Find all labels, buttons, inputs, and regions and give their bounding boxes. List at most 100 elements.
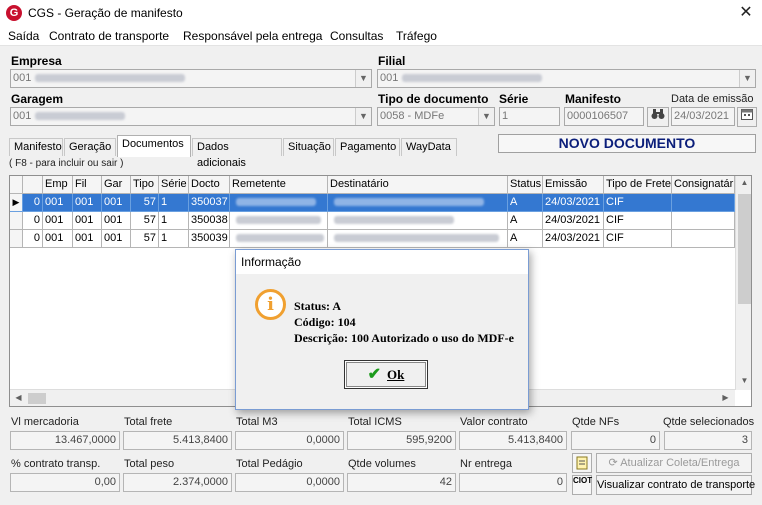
window-title: CGS - Geração de manifesto — [28, 6, 183, 20]
column-header-blank — [23, 176, 43, 194]
vl-mercadoria-field: 13.467,0000 — [10, 431, 120, 450]
row-indicator — [10, 230, 23, 248]
scroll-right-icon[interactable]: ▶ — [717, 393, 734, 402]
cell-fil: 001 — [73, 194, 102, 212]
valor-contrato-field: 5.413,8400 — [459, 431, 567, 450]
data-emissao-field[interactable]: 24/03/2021 — [671, 107, 735, 126]
chevron-down-icon[interactable]: ▼ — [355, 108, 371, 125]
cell-tipo: 57 — [131, 194, 159, 212]
scroll-thumb[interactable] — [738, 194, 751, 304]
garagem-select[interactable]: 001 ▼ — [10, 107, 372, 126]
vl-mercadoria-label: Vl mercadoria — [11, 416, 79, 428]
nr-entrega-field: 0 — [459, 473, 567, 492]
menu-bar: Saída Contrato de transporte Responsável… — [0, 26, 762, 46]
filial-select[interactable]: 001 ▼ — [377, 69, 756, 88]
cell-emp: 001 — [43, 194, 73, 212]
total-peso-label: Total peso — [124, 458, 175, 470]
tab-documentos[interactable]: Documentos — [117, 135, 191, 157]
column-header-consignatario[interactable]: Consignatári — [672, 176, 735, 194]
chevron-down-icon[interactable]: ▼ — [355, 70, 371, 87]
scroll-down-icon[interactable]: ▼ — [736, 376, 751, 385]
calendar-icon[interactable] — [737, 107, 757, 127]
cell-tipo: 57 — [131, 230, 159, 248]
atualizar-coleta-button[interactable]: ⟳ Atualizar Coleta/Entrega — [596, 453, 752, 473]
close-icon[interactable]: ✕ — [736, 2, 756, 24]
scroll-thumb[interactable] — [28, 393, 46, 404]
cell-tipo: 57 — [131, 212, 159, 230]
chevron-down-icon[interactable]: ▼ — [739, 70, 755, 87]
scroll-left-icon[interactable]: ◀ — [10, 393, 27, 402]
total-m3-field: 0,0000 — [235, 431, 344, 450]
atualizar-coleta-label: Atualizar Coleta/Entrega — [620, 457, 740, 469]
tab-situacao[interactable]: Situação — [283, 138, 334, 156]
cell-fil: 001 — [73, 230, 102, 248]
qtde-selecionados-label: Qtde selecionados — [663, 416, 755, 428]
tab-waydata[interactable]: WayData — [401, 138, 457, 156]
row-indicator — [10, 212, 23, 230]
total-m3-label: Total M3 — [236, 416, 278, 428]
cell-serie: 1 — [159, 212, 189, 230]
ok-button[interactable]: ✔ Ok — [344, 360, 428, 389]
cell-consignatario — [672, 194, 735, 212]
valor-contrato-label: Valor contrato — [460, 416, 528, 428]
filial-label: Filial — [378, 54, 406, 68]
visualizar-contrato-button[interactable]: Visualizar contrato de transporte — [596, 475, 755, 495]
menu-trafego[interactable]: Tráfego — [396, 29, 437, 43]
cell-remetente — [230, 230, 328, 248]
column-header-status[interactable]: Status — [508, 176, 543, 194]
cell-emissao: 24/03/2021 — [543, 212, 604, 230]
column-header-emp[interactable]: Emp — [43, 176, 73, 194]
column-header-emissao[interactable]: Emissão — [543, 176, 604, 194]
column-header-fil[interactable]: Fil — [73, 176, 102, 194]
nr-entrega-label: Nr entrega — [460, 458, 512, 470]
tipo-documento-select[interactable]: 0058 - MDFe ▼ — [377, 107, 495, 126]
tab-manifesto[interactable]: Manifesto — [9, 138, 63, 156]
tab-dados-adicionais[interactable]: Dados adicionais — [192, 138, 282, 169]
column-header-tipo[interactable]: Tipo — [131, 176, 159, 194]
scroll-up-icon[interactable]: ▲ — [736, 178, 751, 187]
menu-responsavel-entrega[interactable]: Responsável pela entrega — [183, 29, 322, 43]
serie-label: Série — [499, 92, 529, 106]
info-icon: i — [255, 289, 286, 320]
column-header-destinatario[interactable]: Destinatário — [328, 176, 508, 194]
column-header-docto[interactable]: Docto — [189, 176, 230, 194]
total-pedagio-label: Total Pedágio — [236, 458, 303, 470]
empresa-select[interactable]: 001 ▼ — [10, 69, 372, 88]
total-pedagio-field: 0,0000 — [235, 473, 344, 492]
menu-consultas[interactable]: Consultas — [330, 29, 383, 43]
cell-emissao: 24/03/2021 — [543, 230, 604, 248]
vertical-scrollbar[interactable]: ▲ ▼ — [735, 176, 751, 390]
check-icon: ✔ — [367, 366, 382, 383]
total-icms-field: 595,9200 — [347, 431, 456, 450]
cell-destinatario — [328, 230, 508, 248]
redacted-text — [236, 234, 324, 243]
cell-tipo-frete: CIF — [604, 212, 672, 230]
ciot-icon[interactable]: CIOT — [572, 475, 592, 495]
column-header-tipo-frete[interactable]: Tipo de Frete — [604, 176, 672, 194]
tipo-documento-value: 0058 - MDFe — [380, 110, 445, 122]
column-header-gar[interactable]: Gar — [102, 176, 131, 194]
redacted-text — [334, 198, 484, 207]
cell-serie: 1 — [159, 194, 189, 212]
total-peso-field: 2.374,0000 — [123, 473, 232, 492]
tab-pagamento[interactable]: Pagamento — [335, 138, 400, 156]
chevron-down-icon[interactable]: ▼ — [478, 108, 494, 125]
column-header-serie[interactable]: Série — [159, 176, 189, 194]
redacted-text — [35, 74, 186, 83]
document-icon[interactable] — [572, 453, 592, 473]
cell-consignatario — [672, 212, 735, 230]
cell-emp: 001 — [43, 230, 73, 248]
garagem-value: 001 — [13, 110, 32, 122]
tab-geracao[interactable]: Geração — [64, 138, 116, 156]
dialog-descricao: Descrição: 100 Autorizado o uso do MDF-e — [294, 331, 514, 345]
binoculars-icon[interactable] — [647, 107, 669, 127]
serie-field[interactable]: 1 — [499, 107, 560, 126]
qtde-nfs-label: Qtde NFs — [572, 416, 620, 428]
menu-saida[interactable]: Saída — [8, 29, 39, 43]
manifesto-field[interactable]: 0000106507 — [564, 107, 644, 126]
cell-status: A — [508, 230, 543, 248]
manifesto-label: Manifesto — [565, 92, 622, 106]
total-icms-label: Total ICMS — [348, 416, 402, 428]
menu-contrato-transporte[interactable]: Contrato de transporte — [49, 29, 169, 43]
column-header-remetente[interactable]: Remetente — [230, 176, 328, 194]
